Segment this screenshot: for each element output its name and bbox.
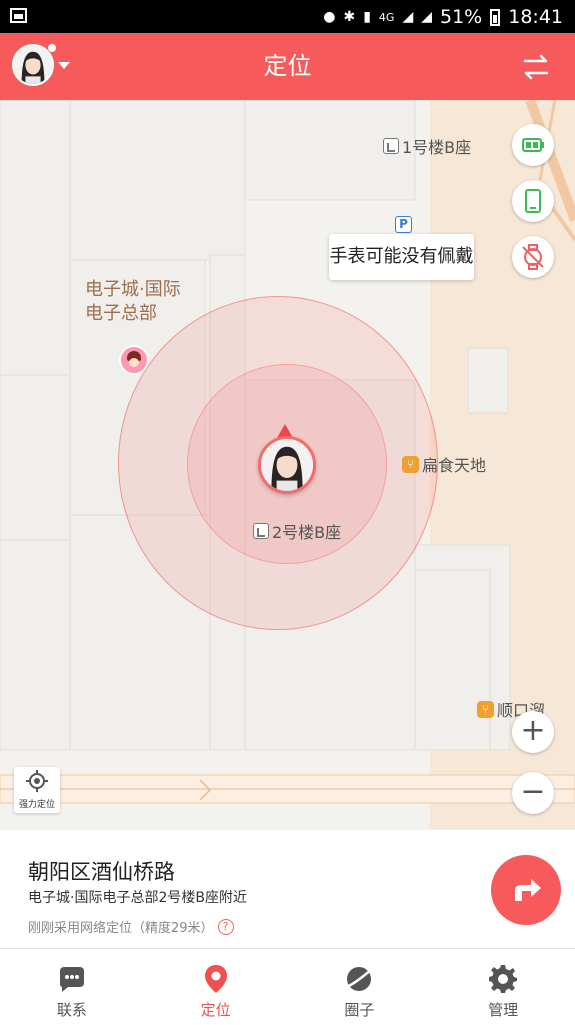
bluetooth-icon: ✱ [343, 9, 356, 25]
restaurant-icon: ⑂ [402, 455, 419, 473]
status-bar: ● ✱ ▮ 4G ◢ ◢ 51% 18:41 [0, 0, 575, 33]
poi-building-1b[interactable]: 1号楼B座 [383, 134, 471, 158]
navigate-button[interactable] [491, 855, 561, 925]
battery-icon [490, 8, 501, 26]
network-type: 4G [378, 10, 395, 24]
location-pin-icon [204, 965, 227, 993]
sim-icon: ▮ [363, 9, 371, 25]
page-title: 定位 [263, 52, 312, 80]
planet-icon [345, 967, 374, 991]
area-label: 电子城·国际 电子总部 [85, 279, 181, 324]
map-view[interactable]: 1号楼B座 P 电子城·国际 电子总部 2号楼B座 ⑂ 扁食天地 ⑂ 顺口溜 手… [0, 100, 575, 830]
accuracy-text: 刚刚采用网络定位（精度29米） ? [28, 917, 234, 936]
strong-locate-button[interactable]: 强力定位 [14, 767, 60, 813]
zoom-out-button[interactable]: − [512, 772, 554, 814]
tab-circle[interactable]: 圈子 [288, 949, 432, 1025]
signal-icon: ◢ [402, 9, 414, 25]
address-title: 朝阳区酒仙桥路 [28, 860, 175, 884]
building-icon [253, 523, 269, 539]
phone-icon [525, 189, 541, 213]
device-status-button[interactable] [512, 180, 554, 222]
tab-contacts[interactable]: 联系 [0, 949, 144, 1025]
building-icon [383, 138, 399, 154]
app-bar: 定位 [0, 33, 575, 100]
clock: 18:41 [508, 6, 563, 28]
chat-bubble-icon [59, 967, 84, 992]
tab-location[interactable]: 定位 [144, 949, 288, 1025]
parking-icon[interactable]: P [395, 216, 412, 233]
gallery-icon [10, 8, 27, 23]
signal-icon-2: ◢ [421, 9, 432, 25]
device-location-marker[interactable] [258, 424, 316, 494]
bottom-tab-bar: 联系 定位 圈子 管理 [0, 948, 575, 1025]
wear-status-button[interactable] [512, 236, 554, 278]
location-info-panel: 朝阳区酒仙桥路 电子城·国际电子总部2号楼B座附近 刚刚采用网络定位（精度29米… [0, 830, 575, 948]
poi-food-1[interactable]: ⑂ 扁食天地 [402, 452, 486, 476]
watch-not-worn-tooltip: 手表可能没有佩戴 [329, 234, 474, 280]
zoom-in-button[interactable]: + [512, 711, 554, 753]
strong-locate-label: 强力定位 [18, 800, 55, 810]
marker-avatar [258, 436, 316, 494]
battery-percent: 51% [440, 6, 483, 28]
gear-icon [489, 965, 518, 993]
watch-off-icon [522, 244, 544, 270]
turn-right-arrow-icon [515, 879, 541, 901]
restaurant-icon: ⑂ [477, 700, 494, 718]
address-detail: 电子城·国际电子总部2号楼B座附近 [28, 890, 247, 906]
battery-icon [522, 138, 544, 152]
crosshair-icon [26, 770, 48, 792]
switch-arrows-icon[interactable] [521, 53, 551, 81]
help-icon[interactable]: ? [217, 918, 234, 935]
tab-manage[interactable]: 管理 [431, 949, 575, 1025]
location-icon: ● [323, 9, 336, 25]
battery-status-button[interactable] [512, 124, 554, 166]
poi-building-2b[interactable]: 2号楼B座 [253, 519, 341, 543]
